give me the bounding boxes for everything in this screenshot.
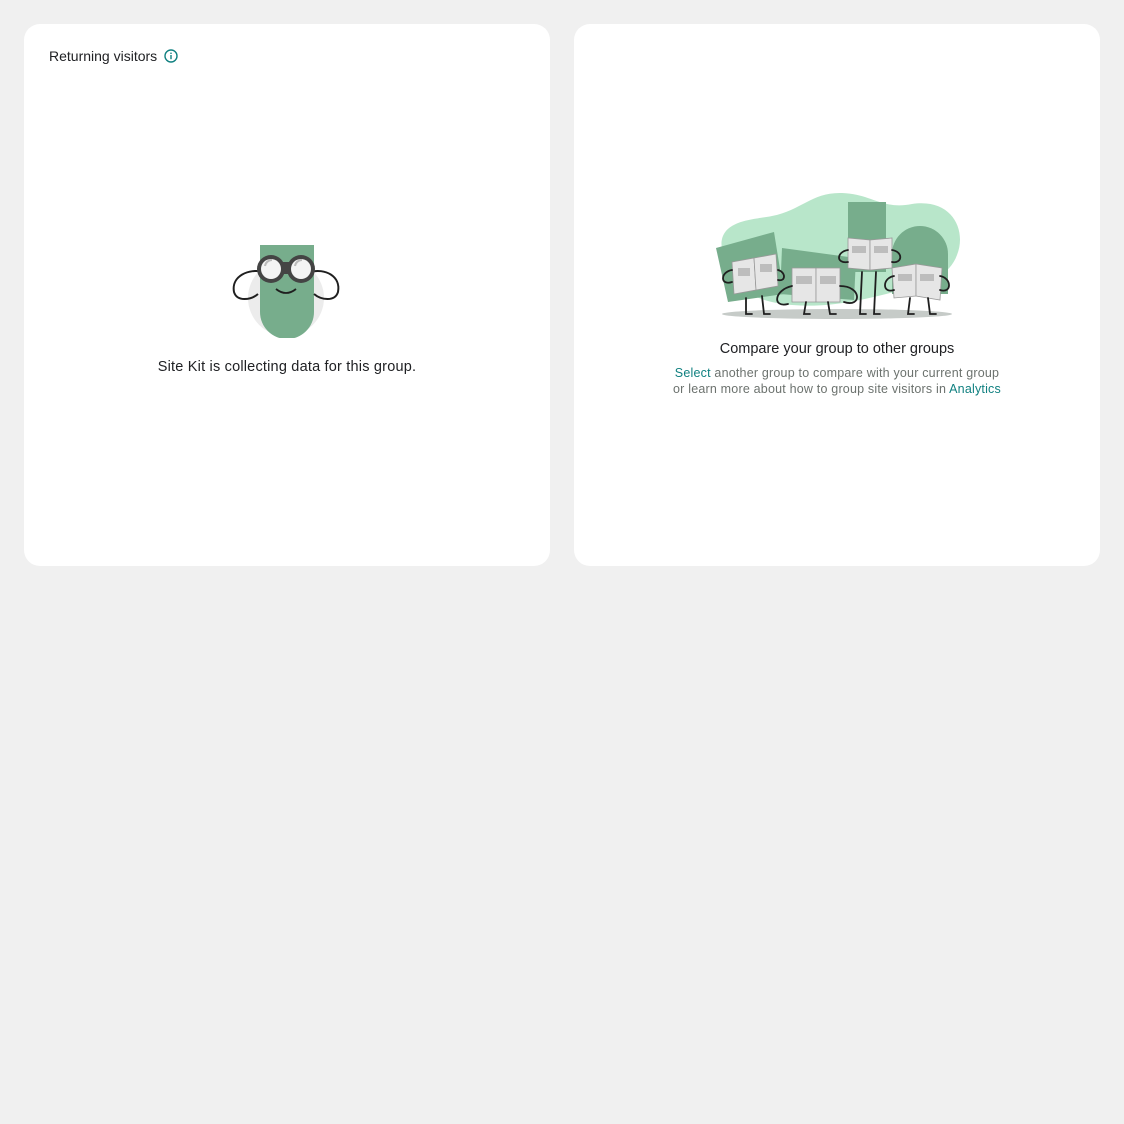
card-header: Returning visitors	[49, 48, 179, 64]
binoculars-character-illustration	[231, 242, 341, 339]
collecting-data-message: Site Kit is collecting data for this gro…	[157, 359, 417, 375]
card-title: Returning visitors	[49, 48, 158, 64]
compare-groups-description: Select another group to compare with you…	[574, 365, 1100, 397]
select-group-link[interactable]: Select	[675, 366, 711, 380]
compare-groups-card: Compare your group to other groups Selec…	[574, 24, 1100, 566]
analytics-link[interactable]: Analytics	[949, 382, 1001, 396]
description-text-1: another group to compare with your curre…	[710, 366, 1000, 380]
people-reading-newspapers-illustration	[712, 190, 962, 322]
compare-groups-title: Compare your group to other groups	[719, 341, 955, 357]
info-icon[interactable]	[163, 48, 179, 64]
returning-visitors-card: Returning visitors Site Kit is collectin…	[24, 24, 550, 566]
description-text-2: or learn more about how to group site vi…	[673, 382, 950, 396]
